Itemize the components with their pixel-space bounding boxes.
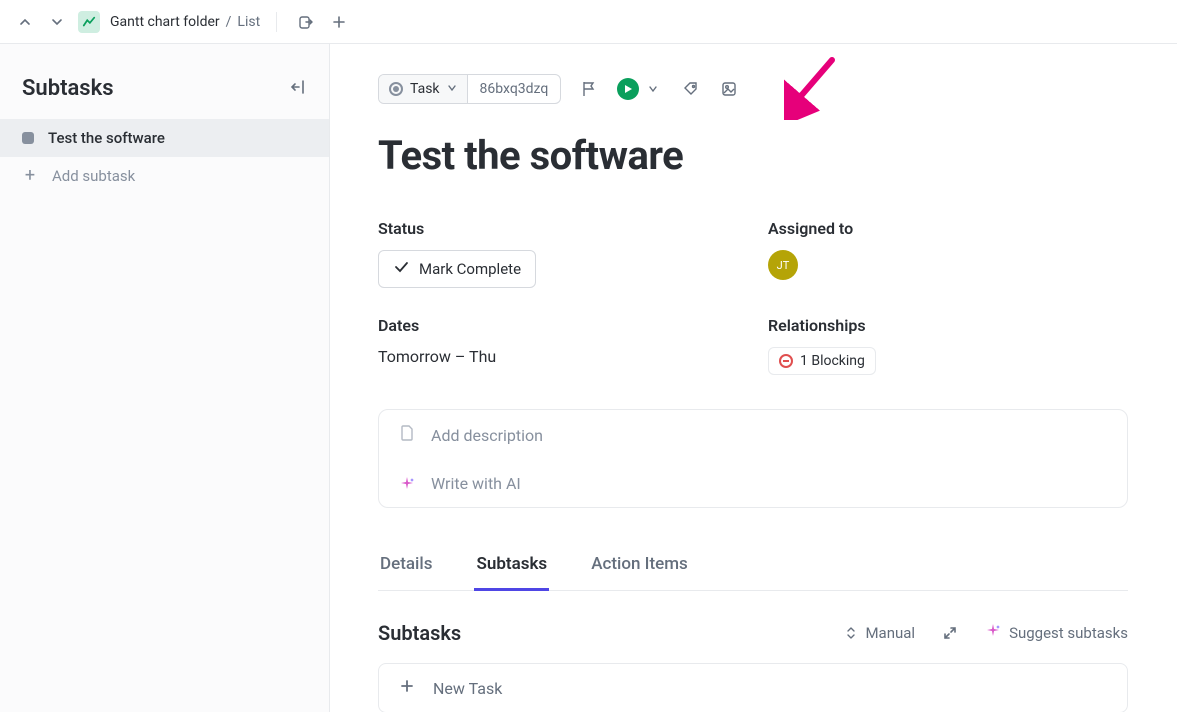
detail-tabs: Details Subtasks Action Items (378, 554, 1128, 591)
check-icon (393, 259, 409, 279)
write-with-ai-label: Write with AI (431, 474, 521, 493)
play-button[interactable] (617, 78, 639, 100)
plus-icon: + (22, 170, 38, 182)
add-description-row[interactable]: Add description (379, 410, 1127, 460)
blocking-chip[interactable]: 1 Blocking (768, 347, 876, 375)
blocking-label: 1 Blocking (800, 353, 865, 369)
collapse-sidebar-button[interactable] (289, 78, 307, 100)
task-title[interactable]: Test the software (378, 132, 1129, 179)
dates-value[interactable]: Tomorrow – Thu (378, 347, 728, 366)
flag-icon[interactable] (579, 79, 599, 99)
sidebar-add-label: Add subtask (52, 167, 135, 185)
add-description-label: Add description (431, 426, 543, 445)
folder-chart-icon (78, 11, 100, 33)
expand-button[interactable] (943, 626, 957, 640)
status-button-label: Mark Complete (419, 260, 521, 278)
play-dropdown-icon[interactable] (643, 79, 663, 99)
assigned-label: Assigned to (768, 219, 1118, 238)
task-detail: Task 86bxq3dzq (330, 44, 1177, 712)
sort-dropdown[interactable]: Manual (845, 624, 915, 642)
dates-label: Dates (378, 316, 728, 335)
sparkle-icon (985, 623, 1001, 643)
breadcrumb-folder[interactable]: Gantt chart folder (110, 14, 220, 30)
plus-icon (399, 678, 415, 698)
tab-subtasks[interactable]: Subtasks (474, 554, 549, 591)
mark-complete-button[interactable]: Mark Complete (378, 250, 536, 288)
task-type-dropdown[interactable]: Task (379, 75, 468, 103)
relationships-label: Relationships (768, 316, 1118, 335)
suggest-subtasks-label: Suggest subtasks (1009, 624, 1128, 642)
sort-label: Manual (865, 624, 915, 642)
expand-icon (943, 626, 957, 640)
topbar-divider (276, 12, 277, 32)
tag-icon[interactable] (681, 79, 701, 99)
sidebar-item-label: Test the software (48, 129, 165, 147)
add-button[interactable] (327, 10, 351, 34)
sort-icon (845, 625, 857, 641)
description-box: Add description Write with AI (378, 409, 1128, 508)
assignee-avatar[interactable]: JT (768, 250, 798, 280)
nav-prev-button[interactable] (14, 11, 36, 33)
status-dot-icon (22, 132, 34, 144)
new-task-row[interactable]: New Task (378, 663, 1128, 712)
dates-field: Dates Tomorrow – Thu (378, 316, 728, 375)
suggest-subtasks-button[interactable]: Suggest subtasks (985, 623, 1128, 643)
task-type-icon (389, 82, 403, 96)
breadcrumb-separator: / (226, 14, 232, 30)
tab-details[interactable]: Details (378, 554, 434, 591)
nav-next-button[interactable] (46, 11, 68, 33)
sidebar-add-subtask[interactable]: + Add subtask (0, 157, 329, 195)
breadcrumb[interactable]: Gantt chart folder / List (110, 14, 260, 30)
new-task-label: New Task (433, 679, 502, 698)
subtasks-sidebar: Subtasks Test the software + Add subtask (0, 44, 330, 712)
topbar: Gantt chart folder / List (0, 0, 1177, 44)
sparkle-icon (399, 476, 415, 492)
assigned-field: Assigned to JT (768, 219, 1118, 288)
subtasks-heading: Subtasks (378, 621, 461, 645)
open-external-button[interactable] (293, 10, 317, 34)
write-with-ai-row[interactable]: Write with AI (379, 460, 1127, 507)
sidebar-item-task[interactable]: Test the software (0, 119, 329, 157)
relationships-field: Relationships 1 Blocking (768, 316, 1118, 375)
status-label: Status (378, 219, 728, 238)
task-type-label: Task (410, 81, 440, 97)
sidebar-title: Subtasks (22, 76, 114, 101)
image-icon[interactable] (719, 79, 739, 99)
task-id[interactable]: 86bxq3dzq (468, 75, 561, 103)
task-type-id-pill: Task 86bxq3dzq (378, 74, 561, 104)
blocking-icon (779, 354, 793, 368)
tab-action-items[interactable]: Action Items (589, 554, 690, 591)
task-controls-row: Task 86bxq3dzq (378, 74, 1129, 104)
document-icon (399, 424, 415, 446)
chevron-down-icon (447, 81, 457, 97)
breadcrumb-view[interactable]: List (237, 14, 260, 30)
status-field: Status Mark Complete (378, 219, 728, 288)
